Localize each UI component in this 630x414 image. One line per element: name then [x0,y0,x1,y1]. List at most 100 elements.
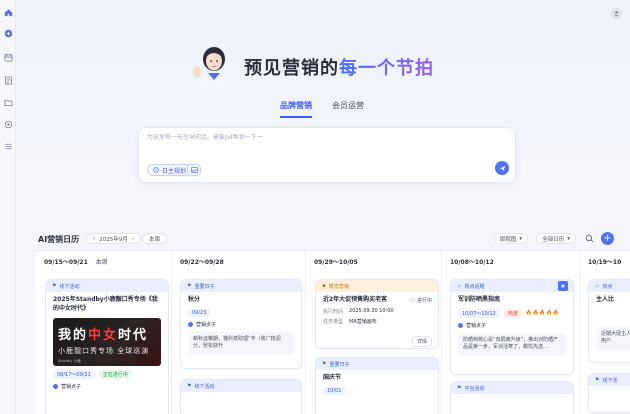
card-footer: 10/07～10/12 热度 🔥🔥🔥🔥🔥 [451,305,573,318]
card-tag: ⚑ 线下活动 [46,280,168,292]
week-column: 09/29～10/05 ◆ 概念营销 近2年大促预售购买老客 ◌ 进行中 执行时… [306,251,442,414]
fire-icon: ♨ [595,283,600,289]
card-tag-label: 重要日子 [329,361,350,368]
chevron-right-icon[interactable]: › [132,236,134,242]
author-name: 营销贞子 [61,384,82,391]
event-card[interactable]: ⚑ 重要日子 国庆节 10/01 [315,357,439,414]
hot-badge: 热度 [503,308,522,318]
send-icon [499,165,505,171]
prompt-input[interactable] [147,134,507,141]
hot-level: 🔥🔥🔥🔥🔥 [525,310,560,317]
event-poster: 我的中女时代 小鹿靓口秀专场 全球巡演 Standby 小鹿 [53,318,161,367]
document-icon[interactable] [3,75,13,85]
calendar-title: AI营销日历 [38,235,80,244]
star-icon[interactable]: ★ [558,281,568,291]
event-card[interactable]: ◆ 概念营销 近2年大促预售购买老客 ◌ 进行中 执行时间 2025.09.30… [315,279,439,349]
week-column-header: 09/15～09/21 本周 [44,257,108,266]
card-tag-label: 热点话题 [464,283,485,290]
card-tag-label: 线下活动 [194,383,215,390]
hero-title-highlight: 每一个节拍 [339,58,434,79]
event-card[interactable]: ⚑ 平台活动 [450,381,574,414]
event-card[interactable]: ♨ 热点 主人比 近期大促主人好的用户 [588,279,630,363]
card-description: 近期大促主人好的用户 [596,326,630,351]
card-title: 秋分 [188,296,201,303]
calendar-filter[interactable]: 全部日历 ▾ [536,233,576,244]
plus-circle-icon[interactable] [3,28,13,38]
home-icon[interactable] [3,7,13,17]
prompt-box: 日主规划 [138,127,516,183]
flag-icon: ⚑ [187,383,192,389]
image-upload-button[interactable] [187,164,201,176]
card-title: 军训防晒黑指南 [458,296,501,303]
card-tag-label: 热点 [602,283,613,290]
tab-brand-marketing[interactable]: 品牌营销 [280,100,312,118]
card-tag: ⚑ 线下活 [589,374,630,386]
calendar-header: AI营销日历 ‹ 2025年9月 › 本周 周视图 ▾ 全部日历 ▾ + [38,231,618,247]
card-title: 2025年Standby小鹿靓口秀专场《我的中女时代》 [53,296,158,312]
card-tag: ◆ 概念营销 [316,280,438,292]
user-icon [614,11,619,17]
view-selector[interactable]: 周视图 ▾ [493,233,528,244]
clock-icon [153,167,159,173]
search-icon[interactable] [585,234,594,243]
card-tag-label: 概念营销 [328,283,349,290]
task-type-label: 任务类型 [323,318,344,325]
add-event-button[interactable]: + [601,232,614,245]
chevron-down-icon: ▾ [567,235,570,242]
task-type-value: MA营销画布 [349,318,377,325]
week-column-header: 09/29～10/05 [314,257,358,266]
event-card[interactable]: ⚑ 线下活动 [180,379,302,414]
detail-button[interactable]: 详情 [411,336,432,347]
card-date: 10/07～10/12 [458,308,500,318]
plan-chip[interactable]: 日主规划 [147,164,193,176]
user-avatar[interactable] [611,8,622,19]
event-card[interactable]: ⚑ 线下活动 2025年Standby小鹿靓口秀专场《我的中女时代》 我的中女时… [45,279,169,414]
chevron-down-icon: ▾ [519,235,522,242]
tab-member-ops[interactable]: 会员运营 [332,100,364,118]
event-card[interactable]: ⚑ 重要日子 秋分 09/23 营销贞子 耕秋运粮期，猫科技助理“丰（收）”技调… [180,279,302,369]
settings-icon[interactable] [3,119,13,129]
flag-icon: ⚑ [187,283,192,289]
task-type-row: 任务类型 MA营销画布 [316,315,438,325]
author-name: 营销贞子 [196,321,217,328]
week-column: 10/19～10 ♨ 热点 主人比 近期大促主人好的用户 ⚑ 线下活 [580,251,630,414]
exec-time-label: 执行时间 [323,308,344,315]
card-tag-label: 线下活动 [59,283,80,290]
author-avatar [53,384,58,390]
flag-icon: ⚑ [322,361,327,367]
folder-icon[interactable] [3,97,13,107]
event-card[interactable]: ⚑ 线下活 [588,373,630,413]
megaphone-icon: ◆ [322,283,326,289]
card-tag-label: 重要日子 [194,283,215,290]
card-date: 09/23 [188,308,211,317]
card-tag-label: 平台活动 [464,385,485,392]
week-range: 10/08～10/12 [450,259,494,266]
week-column: 10/08～10/12 ♨ 热点话题 ★ 军训防晒黑指南 10/07～10/12… [442,251,580,414]
week-range: 09/29～10/05 [314,259,358,266]
poster-headline: 我的中女时代 [58,324,148,343]
send-button[interactable] [495,161,509,175]
status-badge: 正在进行中 [98,370,132,380]
card-tag: ♨ 热点 [589,280,630,292]
card-tag: ⚑ 平台活动 [451,382,573,394]
week-range: 09/22～09/28 [180,259,224,266]
calendar-icon[interactable] [3,52,13,62]
chevron-left-icon[interactable]: ‹ [93,236,95,242]
poster-subline: 小鹿靓口秀专场 全球巡演 [58,347,150,356]
card-tag-label: 线下活 [602,377,618,384]
event-card[interactable]: ♨ 热点话题 ★ 军训防晒黑指南 10/07～10/12 热度 🔥🔥🔥🔥🔥 营销… [450,279,574,375]
exec-time-value: 2025.09.30 10:00 [349,308,394,315]
month-selector[interactable]: ‹ 2025年9月 › [86,233,141,244]
card-author: 营销贞子 [181,317,301,328]
flag-icon: ⚑ [52,283,57,289]
sidebar [0,0,16,414]
mascot-avatar [193,47,228,88]
card-title: 国庆节 [323,374,342,381]
this-week-button[interactable]: 本周 [142,233,168,244]
list-icon[interactable] [3,141,13,151]
view-label: 周视图 [499,236,517,243]
card-date: 08/17～09/21 [53,370,95,380]
card-description: 耕秋运粮期，猫科技助理“丰（收）”技调分，轻松获升 [188,331,294,356]
poster-headline-b: 中女 [88,328,119,344]
spinner-icon: ◌ [410,297,415,304]
